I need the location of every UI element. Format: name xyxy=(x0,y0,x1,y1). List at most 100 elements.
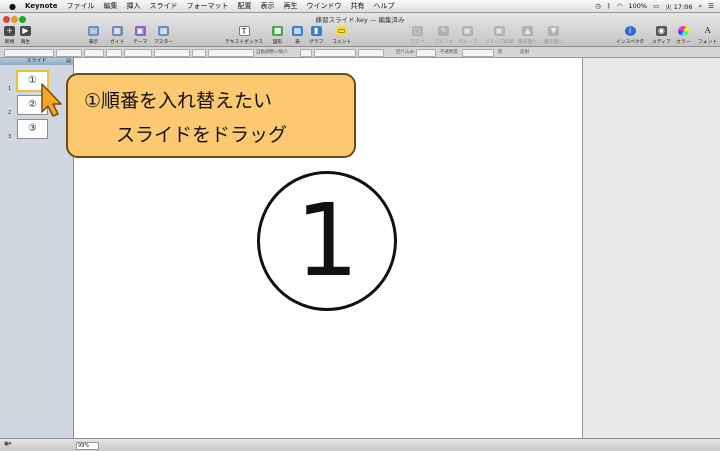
ungroup-icon: ▣ xyxy=(493,26,505,36)
menu-window[interactable]: ウインドウ xyxy=(307,1,342,11)
shape-icon: ■ xyxy=(272,26,283,36)
timemachine-icon[interactable]: ◷ xyxy=(595,2,601,10)
ungroup-button[interactable]: ▣ グループ解除 xyxy=(485,26,514,45)
status-bar: ▣▾ 99% xyxy=(0,438,720,451)
wrap-label: 回り込み: xyxy=(396,50,416,55)
stroke-style-select[interactable] xyxy=(314,49,356,57)
menu-file[interactable]: ファイル xyxy=(67,1,95,11)
style-select[interactable] xyxy=(4,49,54,57)
guide-icon: ▦ xyxy=(111,26,123,36)
menu-edit[interactable]: 編集 xyxy=(104,1,118,11)
shape-button[interactable]: ■ 図形 xyxy=(272,26,283,45)
info-icon: i xyxy=(624,26,636,36)
bluetooth-icon[interactable]: ᛒ xyxy=(607,2,611,10)
clock[interactable]: 火 17:06 xyxy=(665,1,692,11)
menu-play[interactable]: 再生 xyxy=(284,1,298,11)
theme-icon: ▣ xyxy=(134,26,146,36)
font-icon: A xyxy=(704,26,711,35)
master-icon: ▦ xyxy=(158,26,170,36)
spotlight-icon[interactable]: ⌕ xyxy=(699,2,703,11)
new-slide-button[interactable]: + 新規 xyxy=(4,26,15,45)
play-icon: ▶ xyxy=(20,26,31,36)
fonts-button[interactable]: A フォント xyxy=(698,26,717,45)
autosize-checkbox[interactable]: 自動調整に縮小 xyxy=(256,49,288,55)
alpha-button[interactable]: ✎ アルファ xyxy=(434,26,453,45)
group-icon: ▣ xyxy=(461,26,473,36)
textbox-button[interactable]: T テキストボックス xyxy=(225,26,263,45)
menu-arrange[interactable]: 配置 xyxy=(238,1,252,11)
alignment-buttons[interactable] xyxy=(154,49,190,57)
theme-button[interactable]: ▣ テーマ xyxy=(133,26,147,45)
view-mode-icon[interactable]: ▣▾ xyxy=(4,441,11,447)
wrap-select[interactable] xyxy=(416,49,436,57)
zoom-select[interactable]: 99% xyxy=(76,442,99,450)
window-title: 練習スライド.key — 編集済み xyxy=(315,16,405,24)
pointer-cursor-icon xyxy=(41,83,62,117)
menu-share[interactable]: 共有 xyxy=(351,1,365,11)
table-button[interactable]: ▦ 表 xyxy=(292,26,303,45)
send-back-button[interactable]: ▼ 最背面へ xyxy=(544,26,563,45)
callout-line-2: スライドをドラッグ xyxy=(116,124,288,146)
slide-number: 3 xyxy=(8,134,12,140)
callout-line-1: ①順番を入れ替えたい xyxy=(84,90,273,112)
plus-icon: + xyxy=(4,26,15,36)
line-spacing-select[interactable] xyxy=(208,49,254,57)
menu-help[interactable]: ヘルプ xyxy=(374,1,395,11)
menu-app[interactable]: Keynote xyxy=(25,2,58,10)
wifi-icon[interactable]: ◠ xyxy=(617,2,623,10)
menu-slide[interactable]: スライド xyxy=(150,1,178,11)
comment-icon: ▭ xyxy=(336,26,348,36)
menu-bar: ● Keynote ファイル 編集 挿入 スライド フォーマット 配置 表示 再… xyxy=(0,0,720,13)
slide-number: 2 xyxy=(8,110,12,116)
menu-format[interactable]: フォーマット xyxy=(187,1,229,11)
textbox-icon: T xyxy=(238,26,250,36)
battery-icon: ▭ xyxy=(653,2,660,10)
font-size-field[interactable] xyxy=(106,49,122,57)
chart-button[interactable]: ▮ グラフ xyxy=(309,26,323,45)
navigator-header: スライド xyxy=(0,58,73,65)
mask-button[interactable]: ▢ マスク xyxy=(410,26,424,45)
apple-icon[interactable]: ● xyxy=(9,2,19,11)
slide-content-circled-number[interactable]: 1 xyxy=(257,171,397,311)
valign-buttons[interactable] xyxy=(192,49,206,57)
fill-color-well[interactable] xyxy=(300,49,312,57)
media-button[interactable]: ◉ メディア xyxy=(652,26,671,45)
reflection-checkbox[interactable]: 反射 xyxy=(520,49,529,55)
view-icon: ▤ xyxy=(88,26,99,36)
tutorial-callout: ①順番を入れ替えたい スライドをドラッグ xyxy=(66,73,356,158)
colors-button[interactable]: カラー xyxy=(676,26,690,45)
view-button[interactable]: ▤ 表示 xyxy=(88,26,99,45)
text-style-buttons[interactable] xyxy=(124,49,152,57)
stroke-width-field[interactable] xyxy=(358,49,384,57)
guide-button[interactable]: ▦ ガイド xyxy=(110,26,124,45)
media-icon: ◉ xyxy=(655,26,667,36)
menu-view[interactable]: 表示 xyxy=(261,1,275,11)
format-bar: 自動調整に縮小 回り込み: 不透明度 影 反射 xyxy=(0,47,720,58)
comment-button[interactable]: ▭ コメント xyxy=(332,26,351,45)
status-area: ◷ ᛒ ◠ 100% ▭ 火 17:06 ⌕ ☰ xyxy=(589,0,714,12)
font-style-select[interactable] xyxy=(84,49,104,57)
mask-icon: ▢ xyxy=(411,26,423,36)
table-icon: ▦ xyxy=(292,26,303,36)
shadow-checkbox[interactable]: 影 xyxy=(498,49,503,55)
color-wheel-icon xyxy=(677,26,689,36)
inspector-button[interactable]: i インスペクタ xyxy=(616,26,644,45)
navigator-toggle-icon[interactable]: ▤ xyxy=(66,58,71,65)
group-button[interactable]: ▣ グループ xyxy=(458,26,477,45)
menu-insert[interactable]: 挿入 xyxy=(127,1,141,11)
opacity-slider[interactable] xyxy=(462,49,494,57)
font-family-select[interactable] xyxy=(56,49,82,57)
opacity-label: 不透明度 xyxy=(440,50,458,55)
bring-front-button[interactable]: ▲ 最前面へ xyxy=(518,26,537,45)
toolbar: 練習スライド.key — 編集済み + 新規 ▶ 再生 ▤ 表示 ▦ ガイド ▣… xyxy=(0,13,720,47)
alpha-icon: ✎ xyxy=(438,26,450,36)
bring-front-icon: ▲ xyxy=(522,26,534,36)
master-button[interactable]: ▦ マスター xyxy=(154,26,173,45)
chart-icon: ▮ xyxy=(310,26,322,36)
play-button[interactable]: ▶ 再生 xyxy=(20,26,31,45)
slide-number: 1 xyxy=(8,86,12,92)
battery-status[interactable]: 100% xyxy=(628,2,647,10)
send-back-icon: ▼ xyxy=(548,26,560,36)
list-icon[interactable]: ☰ xyxy=(708,2,714,10)
slide-thumbnail-3[interactable]: ③ xyxy=(17,119,48,139)
